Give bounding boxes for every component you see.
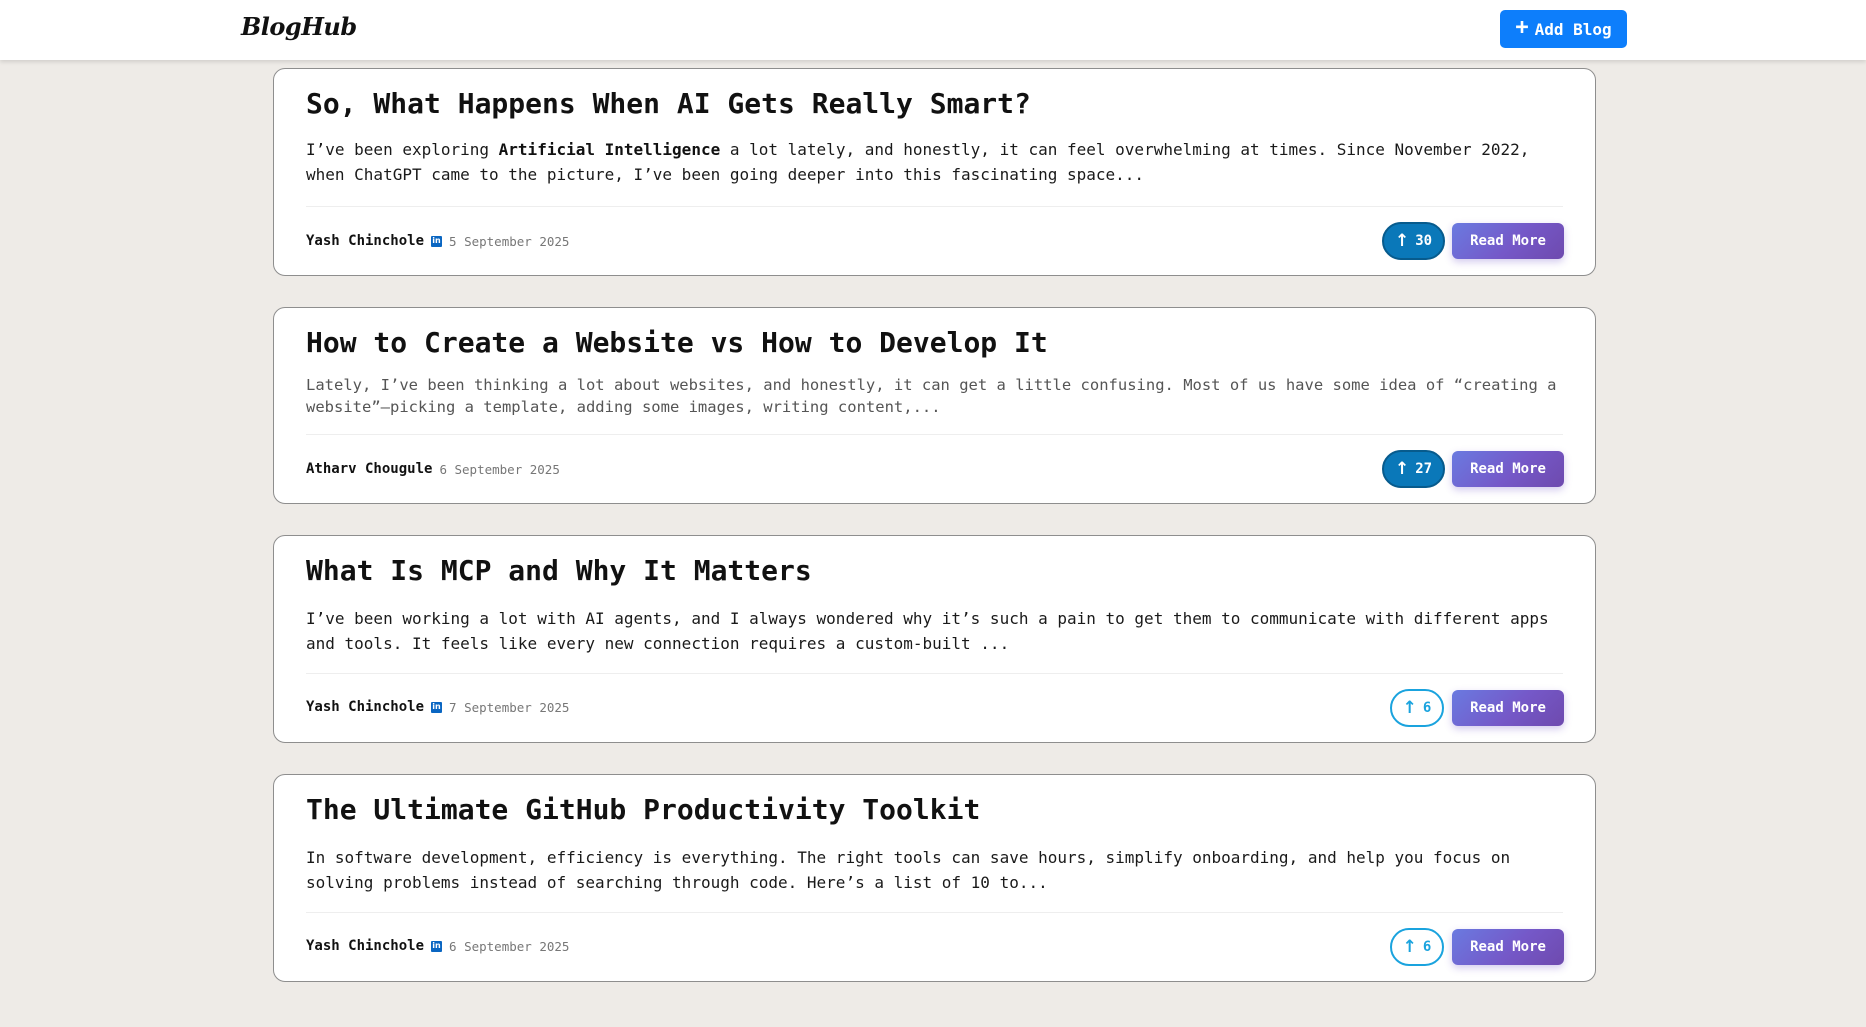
card-divider bbox=[306, 673, 1563, 674]
post-date: 6 September 2025 bbox=[449, 938, 570, 954]
post-title[interactable]: So, What Happens When AI Gets Really Sma… bbox=[306, 87, 1031, 120]
upvote-button[interactable]: ↑ 6 bbox=[1390, 689, 1444, 727]
brand-logo[interactable]: BlogHub bbox=[241, 12, 357, 41]
read-more-button[interactable]: Read More bbox=[1452, 690, 1564, 726]
post-meta: Yash Chinchole in 6 September 2025 bbox=[306, 938, 569, 954]
upvote-count: 27 bbox=[1415, 461, 1433, 477]
author-name: Atharv Chougule bbox=[306, 461, 433, 477]
arrow-up-icon: ↑ bbox=[1402, 936, 1417, 957]
post-title[interactable]: How to Create a Website vs How to Develo… bbox=[306, 326, 1048, 359]
post-title[interactable]: The Ultimate GitHub Productivity Toolkit bbox=[306, 793, 980, 826]
post-title[interactable]: What Is MCP and Why It Matters bbox=[306, 554, 812, 587]
post-meta: Yash Chinchole in 5 September 2025 bbox=[306, 233, 569, 249]
post-meta: Atharv Chougule 6 September 2025 bbox=[306, 461, 560, 477]
read-more-button[interactable]: Read More bbox=[1452, 223, 1564, 259]
linkedin-icon[interactable]: in bbox=[431, 701, 443, 713]
author-name: Yash Chinchole bbox=[306, 699, 425, 715]
blog-card: So, What Happens When AI Gets Really Sma… bbox=[273, 68, 1596, 276]
post-excerpt: I’ve been working a lot with AI agents, … bbox=[306, 609, 1549, 653]
upvote-button[interactable]: ↑ 6 bbox=[1390, 928, 1444, 966]
post-excerpt: In software development, efficiency is e… bbox=[306, 848, 1511, 892]
upvote-button[interactable]: ↑ 27 bbox=[1382, 450, 1445, 488]
read-more-button[interactable]: Read More bbox=[1452, 929, 1564, 965]
blog-card: What Is MCP and Why It Matters I’ve been… bbox=[273, 535, 1596, 743]
arrow-up-icon: ↑ bbox=[1394, 230, 1410, 251]
author-name: Yash Chinchole bbox=[306, 233, 425, 249]
upvote-count: 30 bbox=[1415, 233, 1433, 249]
add-blog-button[interactable]: + Add Blog bbox=[1500, 10, 1627, 48]
plus-icon: + bbox=[1515, 15, 1529, 40]
add-blog-label: Add Blog bbox=[1534, 19, 1612, 39]
post-date: 6 September 2025 bbox=[439, 461, 560, 477]
read-more-button[interactable]: Read More bbox=[1452, 451, 1564, 487]
blog-card: How to Create a Website vs How to Develo… bbox=[273, 307, 1596, 504]
post-date: 5 September 2025 bbox=[449, 233, 570, 249]
linkedin-icon[interactable]: in bbox=[431, 940, 443, 952]
author-name: Yash Chinchole bbox=[306, 938, 425, 954]
upvote-count: 6 bbox=[1422, 939, 1432, 955]
post-excerpt: I’ve been exploring Artificial Intellige… bbox=[306, 140, 1530, 184]
arrow-up-icon: ↑ bbox=[1394, 458, 1410, 479]
post-excerpt: Lately, I’ve been thinking a lot about w… bbox=[306, 376, 1557, 416]
post-excerpt-bold: Artificial Intelligence bbox=[498, 140, 721, 159]
card-divider bbox=[306, 912, 1563, 913]
card-divider bbox=[306, 206, 1563, 207]
post-meta: Yash Chinchole in 7 September 2025 bbox=[306, 699, 569, 715]
card-divider bbox=[306, 434, 1563, 435]
upvote-count: 6 bbox=[1422, 700, 1432, 716]
upvote-button[interactable]: ↑ 30 bbox=[1382, 222, 1445, 260]
blog-card: The Ultimate GitHub Productivity Toolkit… bbox=[273, 774, 1596, 982]
post-date: 7 September 2025 bbox=[449, 699, 570, 715]
linkedin-icon[interactable]: in bbox=[431, 235, 443, 247]
arrow-up-icon: ↑ bbox=[1402, 697, 1417, 718]
navbar: BlogHub + Add Blog bbox=[0, 0, 1866, 60]
